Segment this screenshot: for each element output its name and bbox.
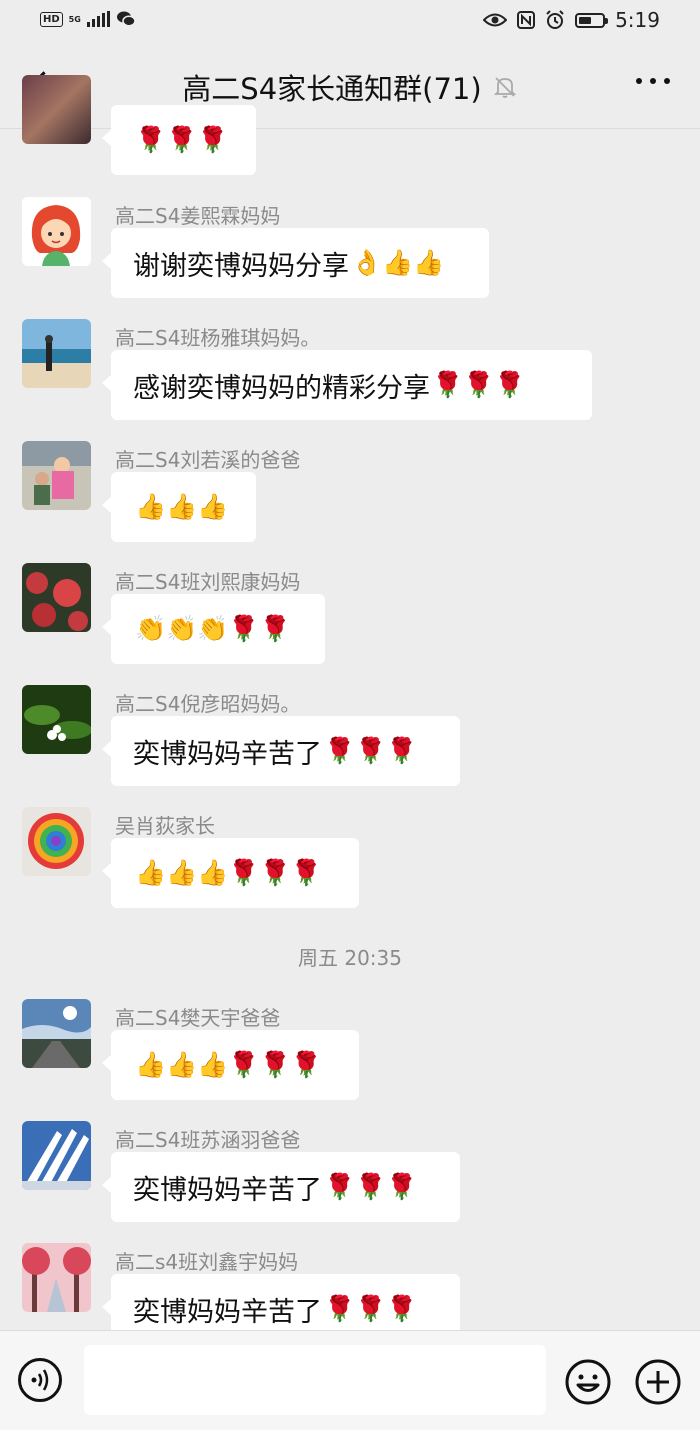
plus-icon [635, 1359, 681, 1405]
more-options-button[interactable] [636, 78, 670, 84]
avatar[interactable] [22, 999, 91, 1068]
avatar[interactable] [22, 319, 91, 388]
voice-button[interactable] [18, 1358, 62, 1402]
message-bubble[interactable]: 🌹🌹🌹 [102, 105, 256, 175]
message-emoji: 👍👍👍 [135, 492, 229, 521]
timestamp-divider: 周五 20:35 [298, 946, 402, 970]
plus-button[interactable] [634, 1358, 682, 1406]
sender-name: 高二S4班杨雅琪妈妈。 [115, 326, 321, 350]
message-emoji: 🌹🌹🌹 [324, 1294, 418, 1323]
message-emoji: 🌹🌹🌹 [432, 370, 526, 399]
message-text: 奕博妈妈辛苦了 [133, 1174, 322, 1206]
hd-indicator: HD [40, 11, 63, 27]
voice-icon [31, 1369, 49, 1391]
message-emoji: 🌹🌹🌹 [135, 125, 229, 154]
message-emoji: 👍👍👍🌹🌹🌹 [135, 858, 322, 887]
message-emoji: 🌹🌹🌹 [324, 736, 418, 765]
emoji-button[interactable] [564, 1358, 612, 1406]
message-emoji: 👌👍👍 [351, 248, 445, 277]
sender-name: 高二S4班苏涵羽爸爸 [115, 1128, 301, 1152]
network-type: 5G [68, 14, 81, 24]
wechat-icon [116, 11, 136, 27]
avatar[interactable] [22, 441, 91, 510]
avatar[interactable] [22, 1243, 91, 1312]
message-bubble[interactable]: 奕博妈妈辛苦了 🌹🌹🌹 [102, 716, 460, 786]
message-text: 奕博妈妈辛苦了 [133, 1296, 322, 1328]
avatar[interactable] [22, 75, 91, 144]
battery-icon [575, 12, 609, 28]
bell-off-icon [493, 77, 516, 98]
avatar[interactable] [22, 1121, 91, 1190]
more-dots-icon [636, 78, 642, 84]
avatar[interactable] [22, 807, 91, 876]
avatar[interactable] [22, 563, 91, 632]
message-bubble[interactable]: 谢谢奕博妈妈分享 👌👍👍 [102, 228, 489, 298]
sender-name: 高二S4倪彦昭妈妈。 [115, 692, 301, 716]
chat-header: 高二S4家长通知群(71) [0, 44, 700, 129]
message-bubble[interactable]: 感谢奕博妈妈的精彩分享 🌹🌹🌹 [102, 350, 592, 420]
chat-title[interactable]: 高二S4家长通知群(71) [182, 66, 481, 108]
nfc-icon [517, 11, 536, 29]
clock-time: 5:19 [615, 8, 660, 32]
message-bubble[interactable]: 👍👍👍 [102, 472, 256, 542]
status-bar: HD 5G 5:19 [0, 0, 700, 44]
sender-name: 高二S4樊天宇爸爸 [115, 1006, 281, 1030]
sender-name: 吴肖荻家长 [115, 814, 215, 838]
message-bubble[interactable]: 👍👍👍🌹🌹🌹 [102, 838, 359, 908]
smile-icon [565, 1359, 611, 1405]
message-text: 感谢奕博妈妈的精彩分享 [133, 372, 430, 404]
message-bubble[interactable]: 👏👏👏🌹🌹 [102, 594, 325, 664]
message-emoji: 👍👍👍🌹🌹🌹 [135, 1050, 322, 1079]
avatar[interactable] [22, 197, 91, 266]
message-text: 谢谢奕博妈妈分享 [133, 250, 349, 282]
signal-icon [86, 11, 110, 27]
alarm-icon [546, 10, 564, 29]
message-emoji: 🌹🌹🌹 [324, 1172, 418, 1201]
message-text: 奕博妈妈辛苦了 [133, 738, 322, 770]
sender-name: 高二S4刘若溪的爸爸 [115, 448, 301, 472]
message-bubble[interactable]: 奕博妈妈辛苦了 🌹🌹🌹 [102, 1152, 460, 1222]
sender-name: 高二S4姜熙霖妈妈 [115, 204, 281, 228]
message-emoji: 👏👏👏🌹🌹 [135, 614, 291, 643]
avatar[interactable] [22, 685, 91, 754]
input-bar [0, 1330, 700, 1430]
message-bubble[interactable]: 👍👍👍🌹🌹🌹 [102, 1030, 359, 1100]
message-input[interactable] [84, 1345, 546, 1415]
sender-name: 高二s4班刘鑫宇妈妈 [115, 1250, 299, 1274]
sender-name: 高二S4班刘熙康妈妈 [115, 570, 301, 594]
eye-icon [483, 13, 508, 27]
